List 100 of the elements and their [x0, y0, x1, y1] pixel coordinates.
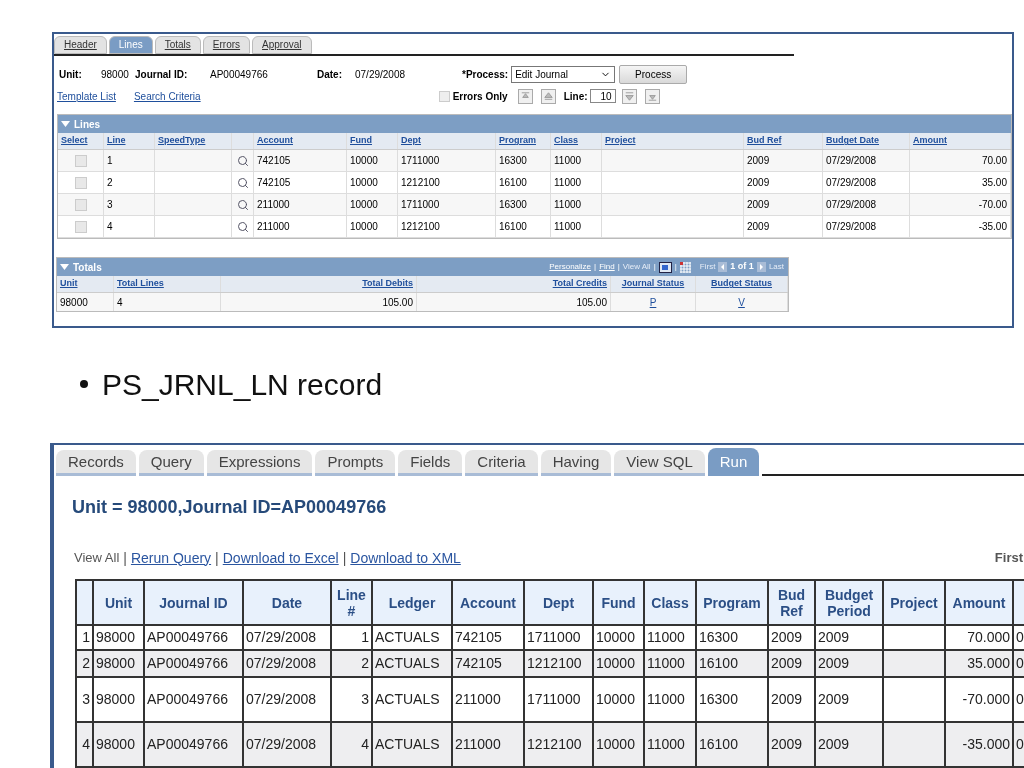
checkbox[interactable]	[74, 198, 87, 211]
table-cell: 742105	[455, 629, 502, 645]
link[interactable]: Template List	[57, 88, 116, 104]
column-header[interactable]: Total Credits	[552, 277, 607, 291]
page-heading: Unit = 98000,Journal ID=AP00049766	[72, 496, 388, 519]
status-link[interactable]: P	[649, 294, 657, 310]
table-cell: 742105	[455, 655, 502, 671]
column-header: Project	[890, 594, 938, 611]
column-header[interactable]: Select	[61, 134, 88, 148]
table-cell: 2009	[771, 655, 803, 671]
column-header[interactable]: Bud Ref	[747, 134, 782, 148]
checkbox[interactable]	[438, 90, 450, 102]
column-header[interactable]: Dept	[401, 134, 421, 148]
tab[interactable]: Criteria	[465, 450, 538, 476]
tab[interactable]: Approval	[252, 36, 312, 54]
table-cell-text: 2009	[747, 176, 770, 190]
column-header: Class	[651, 594, 689, 611]
tab[interactable]: Errors	[202, 36, 251, 54]
table-cell: -70.000	[962, 691, 1010, 707]
table-cell-text: 16300	[499, 154, 527, 168]
previous-icon[interactable]	[718, 262, 728, 272]
search-icon[interactable]	[236, 198, 249, 211]
table-cell: 1212100	[527, 655, 582, 671]
table-cell: 3	[361, 691, 369, 707]
collapse-icon[interactable]	[60, 263, 69, 271]
table-cell: 2009	[771, 691, 803, 707]
line-field[interactable]: 10	[589, 89, 616, 103]
table-cell: 98000	[96, 691, 135, 707]
table-cell-text: 10000	[350, 154, 378, 168]
table-cell-text: 07/29/2008	[826, 154, 877, 168]
table-cell: 2009	[771, 736, 803, 752]
table-cell-text: 10000	[350, 198, 378, 212]
column-header[interactable]: Journal Status	[621, 277, 685, 291]
table-cell: 1212100	[527, 736, 582, 752]
tab[interactable]: View SQL	[614, 450, 705, 476]
column-header[interactable]: Budget Date	[826, 134, 879, 148]
field-value: 07/29/2008	[355, 67, 407, 82]
field-label: *Process:	[462, 67, 509, 82]
process-dropdown[interactable]: Edit Journal	[511, 65, 616, 83]
table-cell-text: 07/29/2008	[826, 198, 877, 212]
table-cell: 0	[1016, 736, 1024, 752]
scroll-arrow-icon[interactable]	[621, 88, 637, 104]
link[interactable]: Search Criteria	[133, 88, 201, 104]
column-header[interactable]: Class	[554, 134, 579, 148]
next-icon[interactable]	[756, 262, 766, 272]
tab[interactable]: Header	[54, 36, 107, 54]
column-header: Program	[703, 594, 761, 611]
search-icon[interactable]	[236, 220, 249, 233]
tab[interactable]: Totals	[154, 36, 201, 54]
checkbox[interactable]	[74, 176, 87, 189]
table-cell: 1	[361, 629, 369, 645]
status-link[interactable]: V	[738, 294, 745, 310]
table-cell: 1	[82, 629, 90, 645]
column-header[interactable]: SpeedType	[158, 134, 206, 148]
search-icon[interactable]	[236, 176, 249, 189]
table-cell: 16100	[699, 655, 738, 671]
tab[interactable]: Prompts	[315, 450, 396, 476]
column-header[interactable]: Fund	[350, 134, 372, 148]
table-cell-text: 105.00	[576, 295, 607, 310]
table-cell: 10000	[596, 629, 635, 645]
field-label: Line:	[563, 89, 588, 104]
search-icon[interactable]	[236, 154, 249, 167]
table-cell: 98000	[96, 629, 135, 645]
table-cell-text: 1212100	[401, 176, 440, 190]
field-label: Date:	[317, 67, 343, 82]
checkbox[interactable]	[74, 154, 87, 167]
tab[interactable]: Query	[138, 450, 204, 476]
table-cell-text: 1	[107, 154, 113, 168]
link[interactable]: Download to Excel	[222, 547, 339, 569]
column-header[interactable]: Project	[605, 134, 636, 148]
table-cell-text: 07/29/2008	[826, 176, 877, 190]
link[interactable]: Download to XML	[350, 547, 461, 569]
table-cell: 98000	[96, 655, 135, 671]
zoom-grid-icon[interactable]	[658, 261, 672, 273]
table-cell: 07/29/2008	[246, 736, 317, 752]
checkbox[interactable]	[74, 220, 87, 233]
table-cell-text: 4	[117, 295, 123, 310]
bullet-text: PS_JRNL_LN record	[102, 366, 383, 403]
checkbox-label: Errors Only	[452, 89, 508, 104]
table-cell: 35.000	[967, 655, 1010, 671]
column-header[interactable]: Line	[107, 134, 126, 148]
tab[interactable]: Expressions	[206, 450, 313, 476]
column-header[interactable]: Amount	[913, 134, 947, 148]
column-header: Account	[460, 594, 516, 611]
column-header[interactable]: Budget Status	[711, 277, 772, 291]
column-header[interactable]: Total Debits	[362, 277, 413, 291]
process-button[interactable]: Process	[619, 64, 688, 84]
tab[interactable]: Having	[540, 450, 612, 476]
link[interactable]: Rerun Query	[130, 547, 212, 569]
table-cell: 3	[82, 691, 90, 707]
collapse-icon[interactable]	[61, 120, 70, 128]
table-icon[interactable]	[679, 261, 691, 273]
table-cell-text: 11000	[554, 176, 582, 190]
tab[interactable]: Fields	[398, 450, 463, 476]
table-cell: AP00049766	[147, 736, 228, 752]
column-header[interactable]: Account	[257, 134, 293, 148]
column-header[interactable]: Total Lines	[117, 277, 164, 291]
tab[interactable]: Records	[56, 450, 136, 476]
column-header[interactable]: Program	[499, 134, 536, 148]
column-header[interactable]: Unit	[60, 277, 78, 291]
